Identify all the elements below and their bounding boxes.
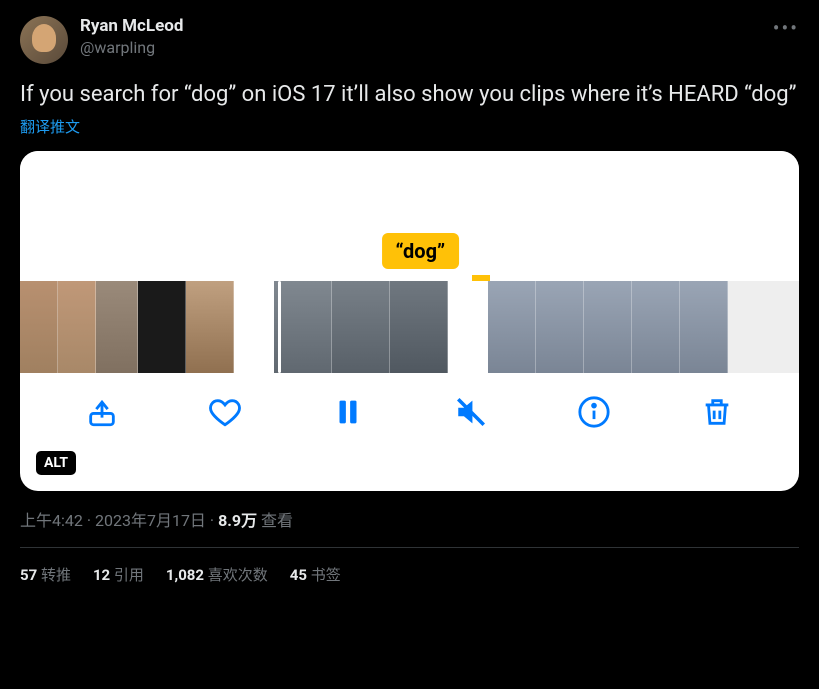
bookmarks-stat[interactable]: 45 书签 xyxy=(290,564,341,585)
views-count: 8.9万 xyxy=(218,511,257,530)
translate-link[interactable]: 翻译推文 xyxy=(20,116,799,137)
trash-icon[interactable] xyxy=(700,395,734,429)
timestamp[interactable]: 上午4:42 xyxy=(20,511,83,530)
more-icon[interactable]: ••• xyxy=(773,16,799,40)
share-icon[interactable] xyxy=(85,395,119,429)
avatar[interactable] xyxy=(20,16,68,64)
clip-thumb xyxy=(632,281,680,373)
clip-thumb xyxy=(96,281,138,373)
date[interactable]: 2023年7月17日 xyxy=(95,511,206,530)
clip-thumb xyxy=(488,281,536,373)
clip-thumb xyxy=(20,281,58,373)
clip-thumb xyxy=(536,281,584,373)
video-filmstrip[interactable] xyxy=(20,281,799,373)
clip-thumb xyxy=(680,281,728,373)
likes-stat[interactable]: 1,082 喜欢次数 xyxy=(166,564,268,585)
tweet-meta: 上午4:42 · 2023年7月17日 · 8.9万 查看 xyxy=(20,507,799,531)
pause-icon[interactable] xyxy=(331,395,365,429)
media-top: “dog” xyxy=(20,151,799,281)
media-toolbar xyxy=(20,373,799,451)
heart-icon[interactable] xyxy=(208,395,242,429)
mute-icon[interactable] xyxy=(454,395,488,429)
timeline-marker xyxy=(472,275,490,281)
tweet-stats: 57 转推 12 引用 1,082 喜欢次数 45 书签 xyxy=(20,548,799,585)
clip-thumb xyxy=(332,281,390,373)
tweet-container: Ryan McLeod @warpling ••• If you search … xyxy=(0,0,819,601)
clip-thumb xyxy=(274,281,332,373)
user-handle[interactable]: @warpling xyxy=(80,38,183,57)
info-icon[interactable] xyxy=(577,395,611,429)
user-name[interactable]: Ryan McLeod xyxy=(80,16,183,36)
clip-thumb xyxy=(138,281,186,373)
clip-thumb xyxy=(390,281,448,373)
quotes-stat[interactable]: 12 引用 xyxy=(93,564,144,585)
search-token-label: “dog” xyxy=(382,233,460,269)
clip-thumb xyxy=(584,281,632,373)
retweets-stat[interactable]: 57 转推 xyxy=(20,564,71,585)
views-label: 查看 xyxy=(257,511,293,530)
alt-badge[interactable]: ALT xyxy=(36,451,76,475)
clip-thumb xyxy=(58,281,96,373)
user-info: Ryan McLeod @warpling xyxy=(80,16,183,57)
tweet-text: If you search for “dog” on iOS 17 it’ll … xyxy=(20,80,799,110)
clip-thumb xyxy=(186,281,234,373)
tweet-header: Ryan McLeod @warpling ••• xyxy=(20,16,799,64)
media-card: “dog” xyxy=(20,151,799,491)
